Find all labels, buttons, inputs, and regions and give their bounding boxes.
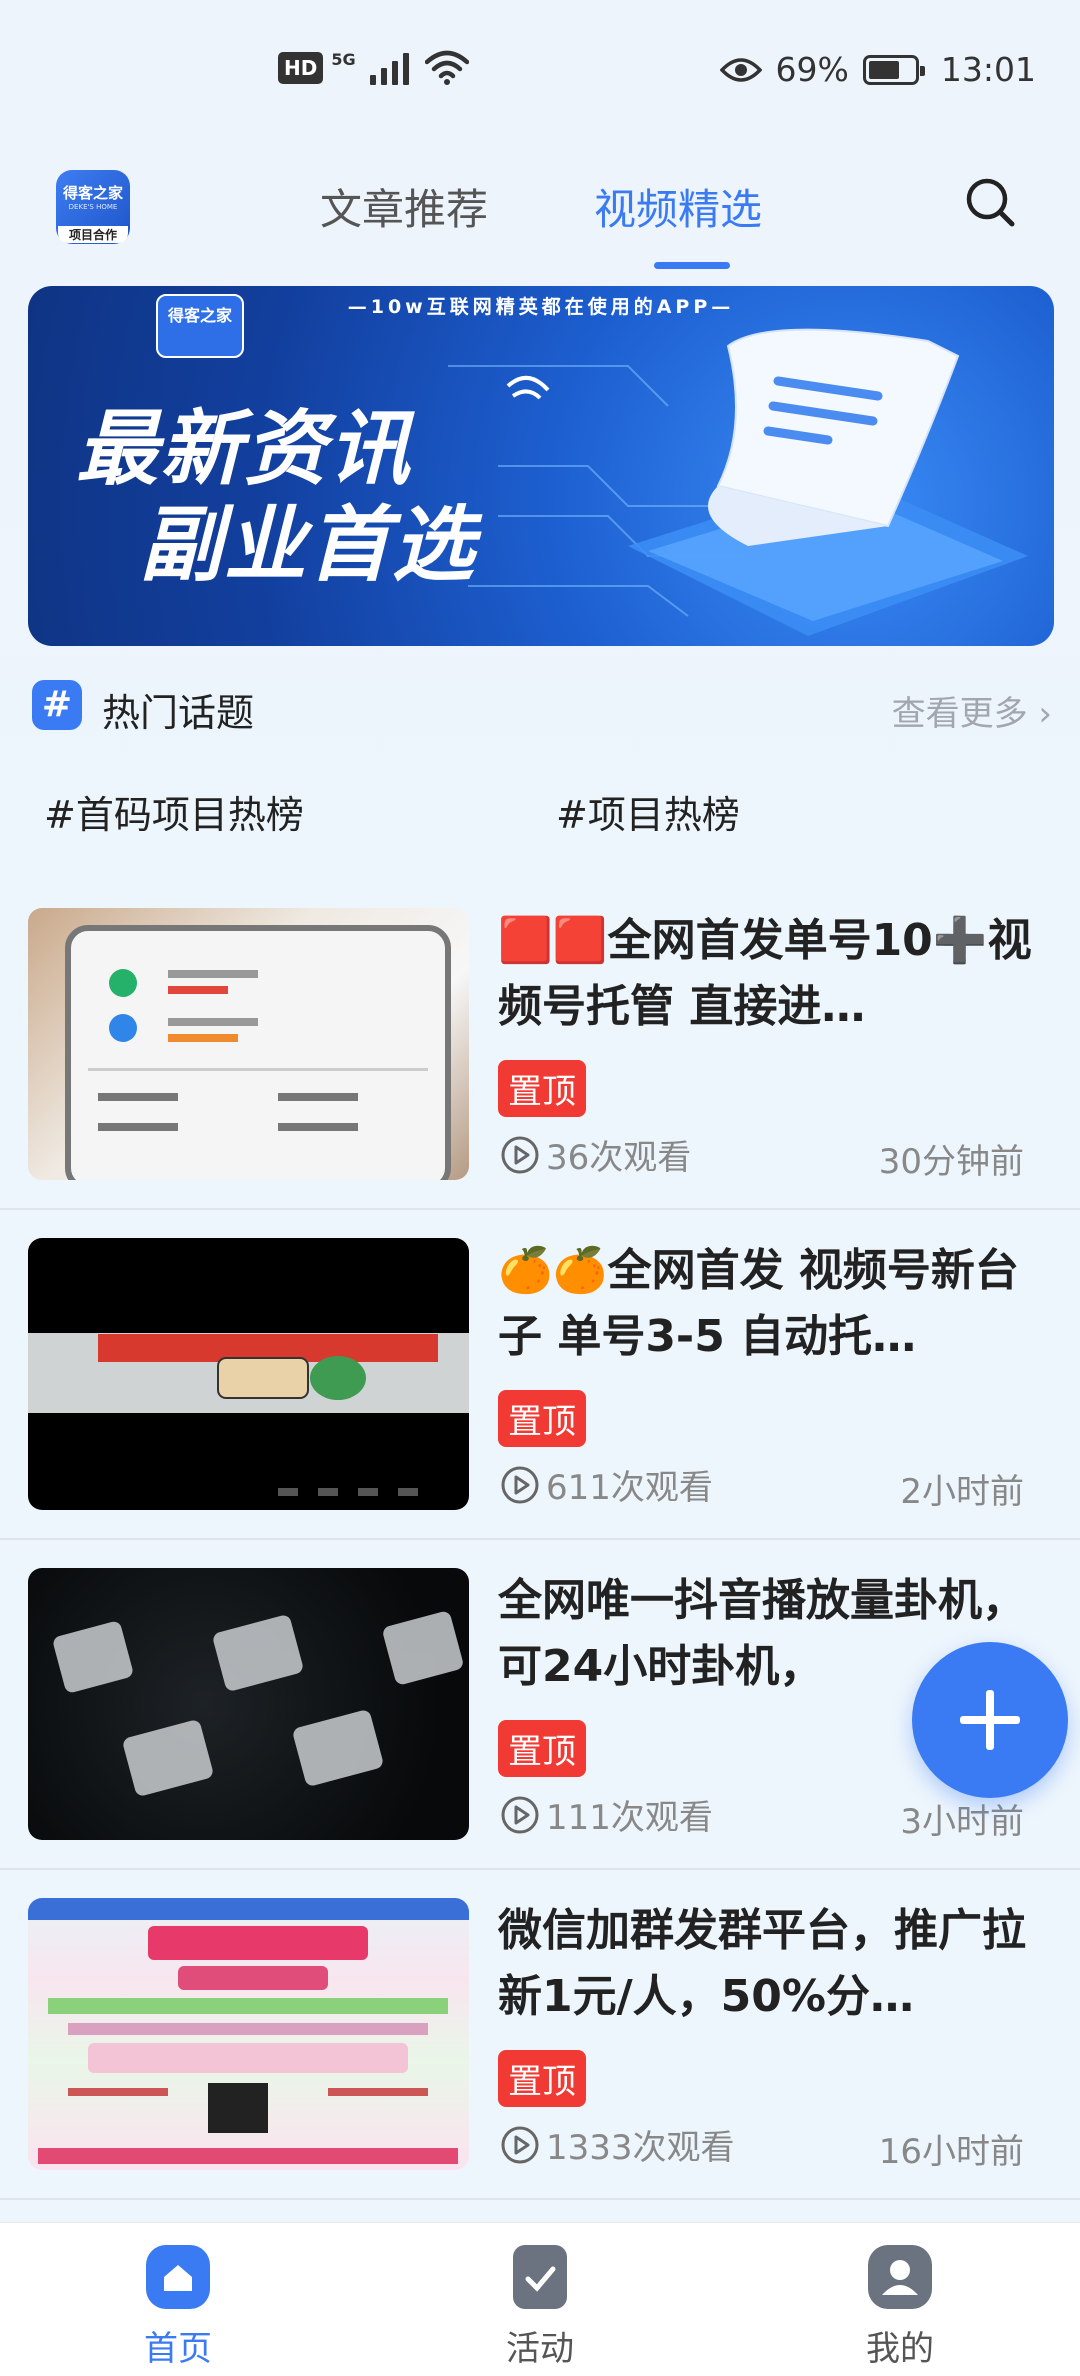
battery-percent: 69% [775,50,849,89]
video-item[interactable]: 🍊🍊全网首发 视频号新台子 单号3-5 自动托… 置顶 611次观看 2小时前 [0,1210,1080,1540]
video-item[interactable]: 🟥🟥全网首发单号10➕视频号托管 直接进… 置顶 36次观看 30分钟前 [0,880,1080,1210]
video-title[interactable]: 🍊🍊全网首发 视频号新台子 单号3-5 自动托… [498,1238,1038,1370]
bottom-nav: 首页 活动 我的 [0,2222,1080,2376]
wifi-icon [424,50,469,85]
clock: 13:01 [940,50,1036,89]
logo-sub: 项目合作 [58,226,128,243]
topic-list: #首码项目热榜 #项目热榜 [44,784,1044,844]
view-count-text: 1333次观看 [546,2128,735,2168]
nav-mine-label: 我的 [866,2329,934,2369]
post-time: 30分钟前 [878,1142,1024,1182]
video-thumbnail[interactable] [28,1568,469,1840]
play-icon [501,2126,539,2163]
promo-banner[interactable]: —10w互联网精英都在使用的APP— 得客之家 最新资讯 副业首选 [28,286,1054,646]
video-title[interactable]: 🟥🟥全网首发单号10➕视频号托管 直接进… [498,908,1038,1040]
add-button[interactable] [912,1642,1068,1798]
thumbnail-image [28,1898,469,2164]
video-title[interactable]: 微信加群发群平台，推广拉新1元/人，50%分… [498,1898,1038,2030]
thumbnail-image [53,1611,463,1796]
nav-home-label: 首页 [144,2329,212,2369]
hot-topics-header: # 热门话题 查看更多 › [32,678,1052,735]
post-time: 16小时前 [878,2132,1024,2172]
active-tab-indicator [654,262,730,269]
tab-video-featured[interactable]: 视频精选 [594,176,762,237]
eye-icon [719,57,762,82]
hot-topics-title: 热门话题 [102,691,255,735]
view-count-text: 36次观看 [546,1138,692,1178]
topic-tag[interactable]: #首码项目热榜 [44,784,304,839]
app-header: 得客之家 DEKE'S HOME 项目合作 文章推荐 视频精选 [0,130,1080,280]
pinned-badge: 置顶 [498,2050,586,2107]
post-time: 2小时前 [900,1472,1024,1512]
nav-mine[interactable]: 我的 [810,2245,990,2370]
play-icon [501,1796,539,1833]
logo-text: 得客之家 [62,184,123,202]
status-left: HD 5G [278,50,469,86]
hash-icon: # [32,680,82,730]
thumbnail-image [65,925,451,1180]
view-count-text: 111次观看 [546,1798,713,1838]
search-icon[interactable] [962,174,1022,234]
topic-tag[interactable]: #项目热榜 [556,784,740,839]
home-icon [146,2245,210,2309]
view-count: 111次观看 [500,1790,713,1839]
thumbnail-image [28,1333,469,1496]
nav-activity-label: 活动 [506,2329,574,2369]
post-time: 3小时前 [900,1802,1024,1842]
pinned-badge: 置顶 [498,1720,586,1777]
pinned-badge: 置顶 [498,1390,586,1447]
view-count-text: 611次观看 [546,1468,713,1508]
video-thumbnail[interactable] [28,1238,469,1510]
banner-headline-2: 副业首选 [140,497,476,593]
status-right: 69% 13:01 [719,50,1036,89]
profile-icon [868,2245,932,2309]
play-icon [501,1136,539,1173]
play-icon [501,1466,539,1503]
battery-icon [862,54,925,85]
banner-logo: 得客之家 [156,294,244,358]
logo-en: DEKE'S HOME [68,203,118,211]
tab-article-recommend[interactable]: 文章推荐 [320,176,488,237]
activity-icon [513,2245,567,2309]
pinned-badge: 置顶 [498,1060,586,1117]
view-count: 1333次观看 [500,2120,735,2169]
nav-activity[interactable]: 活动 [450,2245,630,2370]
nav-home[interactable]: 首页 [88,2245,268,2370]
network-label: 5G [331,50,356,69]
see-more-link[interactable]: 查看更多 › [892,686,1052,735]
status-bar: HD 5G 69% 13:01 [0,0,1080,150]
view-count: 611次观看 [500,1460,713,1509]
hd-badge: HD [278,52,324,84]
video-item[interactable]: 微信加群发群平台，推广拉新1元/人，50%分… 置顶 1333次观看 16小时前 [0,1870,1080,2200]
view-count: 36次观看 [500,1130,691,1179]
signal-icon [369,51,409,85]
video-thumbnail[interactable] [28,908,469,1180]
video-thumbnail[interactable] [28,1898,469,2170]
